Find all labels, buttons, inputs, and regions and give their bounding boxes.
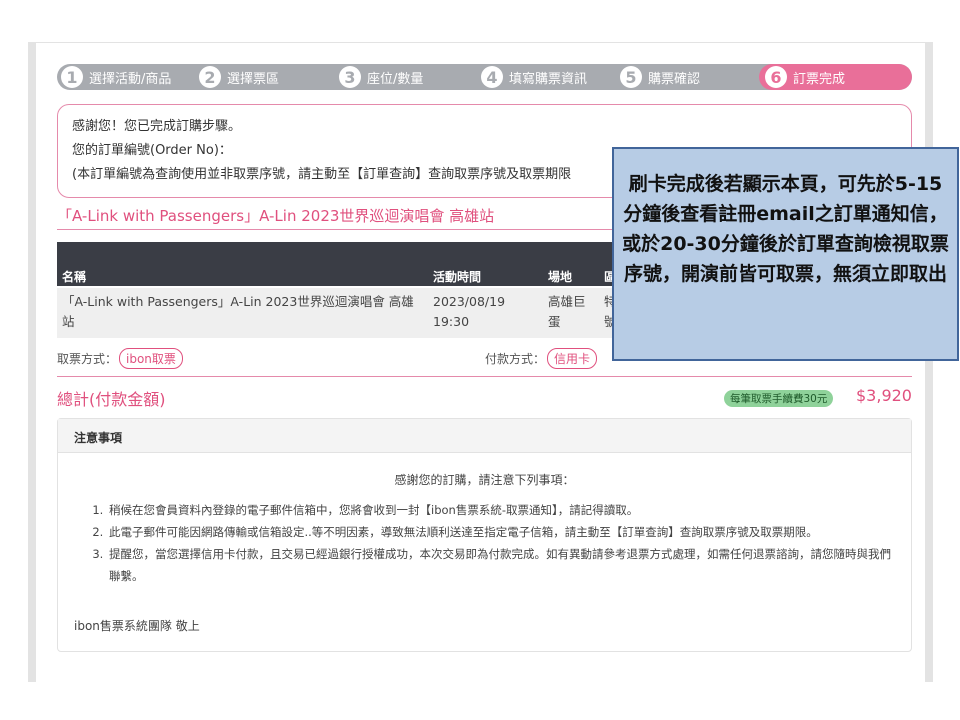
- step-2: 2 選擇票區: [199, 64, 279, 90]
- step-4: 4 填寫購票資訊: [481, 64, 587, 90]
- payment-method-label: 付款方式：: [485, 352, 546, 366]
- step-3: 3 座位/數量: [339, 64, 423, 90]
- row-event-date: 2023/08/19: [433, 294, 506, 309]
- row-event-clock: 19:30: [433, 314, 470, 329]
- list-item: 此電子郵件可能因網路傳輸或信箱設定..等不明因素，導致無法順利送達至指定電子信箱…: [107, 521, 891, 543]
- step-label: 座位/數量: [367, 71, 424, 87]
- row-event-time: 2023/08/19 19:30: [433, 292, 505, 332]
- step-label: 填寫購票資訊: [509, 71, 588, 87]
- divider: [57, 376, 912, 377]
- progress-steps: 1 選擇活動/商品 2 選擇票區 3 座位/數量 4 填寫購票資訊 5 購票確認…: [57, 64, 912, 90]
- notes-title: 注意事項: [58, 419, 911, 453]
- ticket-method-badge: ibon取票: [119, 348, 183, 369]
- event-title: 「A-Link with Passengers」A-Lin 2023世界巡迴演唱…: [57, 207, 495, 225]
- step-5: 5 購票確認: [620, 64, 700, 90]
- ticket-method-label: 取票方式：: [57, 352, 118, 366]
- step-6-active: 6 訂票完成: [759, 64, 912, 90]
- row-event-name-line2: 站: [62, 314, 75, 329]
- thanks-message: 感謝您！您已完成訂購步驟。: [72, 119, 242, 134]
- col-venue-header: 場地: [548, 270, 573, 284]
- row-venue-line1: 高雄巨: [548, 294, 586, 309]
- list-item: 提醒您，當您選擇信用卡付款，且交易已經過銀行授權成功，本次交易即為付款完成。如有…: [107, 543, 891, 587]
- row-venue-line2: 蛋: [548, 314, 561, 329]
- col-name-header: 名稱: [62, 270, 87, 284]
- row-venue: 高雄巨 蛋: [548, 292, 586, 332]
- step-number: 4: [481, 66, 503, 88]
- total-label: 總計(付款金額): [57, 390, 166, 409]
- col-time-header: 活動時間: [433, 270, 482, 284]
- row-event-name: 「A-Link with Passengers」A-Lin 2023世界巡迴演唱…: [62, 292, 414, 332]
- step-1: 1 選擇活動/商品: [61, 64, 171, 90]
- notes-signature: ibon售票系統團隊 敬上: [74, 619, 200, 633]
- total-amount: $3,920: [856, 386, 912, 405]
- callout-annotation: 刷卡完成後若顯示本頁，可先於5-15分鐘後查看註冊email之訂單通知信，或於2…: [612, 147, 959, 361]
- payment-method: 付款方式： 信用卡: [485, 348, 598, 369]
- notes-list: 稍候在您會員資料內登錄的電子郵件信箱中，您將會收到一封【ibon售票系統-取票通…: [91, 499, 891, 587]
- step-number: 5: [620, 66, 642, 88]
- ticket-method: 取票方式： ibon取票: [57, 348, 183, 369]
- row-event-name-line1: 「A-Link with Passengers」A-Lin 2023世界巡迴演唱…: [62, 294, 414, 309]
- payment-method-badge: 信用卡: [547, 348, 598, 369]
- order-complete-page: 1 選擇活動/商品 2 選擇票區 3 座位/數量 4 填寫購票資訊 5 購票確認…: [0, 0, 960, 720]
- step-number: 2: [199, 66, 221, 88]
- step-number: 6: [765, 66, 787, 88]
- step-label: 購票確認: [648, 71, 701, 87]
- step-number: 1: [61, 66, 83, 88]
- step-number: 3: [339, 66, 361, 88]
- list-item: 稍候在您會員資料內登錄的電子郵件信箱中，您將會收到一封【ibon售票系統-取票通…: [107, 499, 891, 521]
- step-label: 選擇活動/商品: [89, 71, 172, 87]
- fee-badge: 每筆取票手續費30元: [724, 390, 834, 407]
- step-label: 選擇票區: [227, 71, 280, 87]
- notes-panel: 注意事項 感謝您的訂購，請注意下列事項： 稍候在您會員資料內登錄的電子郵件信箱中…: [57, 418, 912, 652]
- notes-intro: 感謝您的訂購，請注意下列事項：: [394, 473, 575, 487]
- step-label: 訂票完成: [793, 71, 846, 87]
